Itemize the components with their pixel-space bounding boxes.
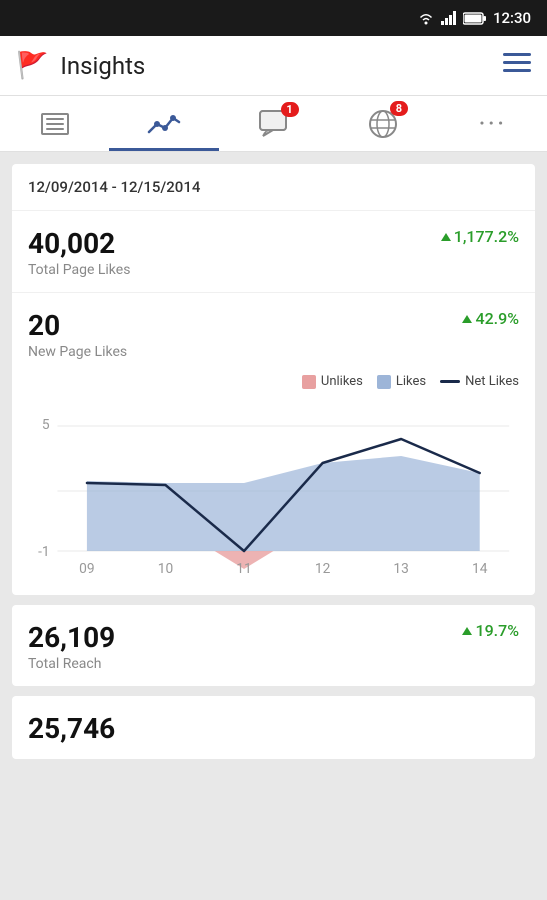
total-reach-change: 19.7%	[462, 621, 519, 640]
svg-text:12: 12	[315, 561, 331, 577]
status-icons: 12:30	[417, 9, 531, 27]
flag-icon: 🚩	[16, 51, 48, 81]
likes-label: Likes	[396, 374, 426, 389]
svg-text:09: 09	[79, 561, 94, 577]
chart-line-icon	[147, 110, 181, 138]
app-header: 🚩 Insights	[0, 36, 547, 96]
svg-text:-1: -1	[38, 544, 50, 560]
metric-row-total-reach: 26,109 Total Reach 19.7%	[28, 621, 519, 672]
svg-text:13: 13	[393, 561, 408, 577]
globe-icon-wrap: 8	[368, 109, 398, 139]
new-likes-change: 42.9%	[462, 309, 519, 328]
arrow-up-icon-2	[462, 315, 472, 323]
net-likes-swatch	[440, 380, 460, 383]
chart-section: 5 -1	[28, 401, 519, 581]
total-likes-change: 1,177.2%	[441, 227, 519, 246]
total-reach-label: Total Reach	[28, 656, 115, 672]
battery-icon	[463, 12, 487, 25]
total-page-likes-section: 40,002 Total Page Likes 1,177.2%	[12, 211, 535, 293]
new-likes-label: New Page Likes	[28, 344, 127, 360]
svg-text:10: 10	[158, 561, 173, 577]
tab-globe[interactable]: 8	[328, 96, 437, 151]
new-likes-value: 20	[28, 309, 127, 342]
signal-icon	[441, 11, 457, 25]
main-content: 12/09/2014 - 12/15/2014 40,002 Total Pag…	[0, 152, 547, 900]
menu-button[interactable]	[503, 53, 531, 79]
header-left: 🚩 Insights	[16, 51, 145, 81]
tab-messages[interactable]: 1	[219, 96, 328, 151]
chart-legend: Unlikes Likes Net Likes	[28, 374, 519, 389]
legend-net-likes: Net Likes	[440, 374, 519, 389]
total-reach-left: 26,109 Total Reach	[28, 621, 115, 672]
insights-card: 12/09/2014 - 12/15/2014 40,002 Total Pag…	[12, 164, 535, 595]
next-metric-value: 25,746	[28, 712, 519, 745]
likes-area	[87, 456, 480, 551]
wifi-icon	[417, 11, 435, 25]
next-metric-card: 25,746	[12, 696, 535, 759]
chart-container: 5 -1	[28, 401, 519, 581]
new-page-likes-section: 20 New Page Likes 42.9% Unlikes Likes	[12, 293, 535, 595]
net-likes-label: Net Likes	[465, 374, 519, 389]
chart-svg: 5 -1	[28, 401, 519, 581]
date-range: 12/09/2014 - 12/15/2014	[12, 164, 535, 211]
tab-chart[interactable]	[109, 96, 218, 151]
next-metric-section: 25,746	[12, 696, 535, 759]
page-title: Insights	[60, 52, 145, 80]
globe-badge: 8	[390, 101, 408, 116]
arrow-up-icon	[441, 233, 451, 241]
status-bar: 12:30	[0, 0, 547, 36]
svg-text:11: 11	[236, 561, 251, 577]
unlikes-swatch	[302, 375, 316, 389]
total-reach-value: 26,109	[28, 621, 115, 654]
tab-more[interactable]: ···	[438, 96, 547, 151]
svg-text:14: 14	[472, 561, 488, 577]
messages-icon-wrap: 1	[259, 110, 289, 138]
list-icon	[41, 113, 69, 135]
total-likes-left: 40,002 Total Page Likes	[28, 227, 130, 278]
legend-unlikes: Unlikes	[302, 374, 363, 389]
total-likes-value: 40,002	[28, 227, 130, 260]
total-reach-section: 26,109 Total Reach 19.7%	[12, 605, 535, 686]
new-likes-left: 20 New Page Likes	[28, 309, 127, 360]
svg-text:5: 5	[42, 417, 50, 433]
tab-bar: 1 8 ···	[0, 96, 547, 152]
messages-badge: 1	[281, 102, 299, 117]
arrow-up-icon-3	[462, 627, 472, 635]
more-icon: ···	[478, 110, 506, 138]
legend-likes: Likes	[377, 374, 426, 389]
tab-list[interactable]	[0, 96, 109, 151]
status-time: 12:30	[493, 9, 531, 27]
metric-row-new-likes: 20 New Page Likes 42.9%	[28, 309, 519, 360]
metric-row-total-likes: 40,002 Total Page Likes 1,177.2%	[28, 227, 519, 278]
unlikes-label: Unlikes	[321, 374, 363, 389]
likes-swatch	[377, 375, 391, 389]
total-reach-card: 26,109 Total Reach 19.7%	[12, 605, 535, 686]
total-likes-label: Total Page Likes	[28, 262, 130, 278]
